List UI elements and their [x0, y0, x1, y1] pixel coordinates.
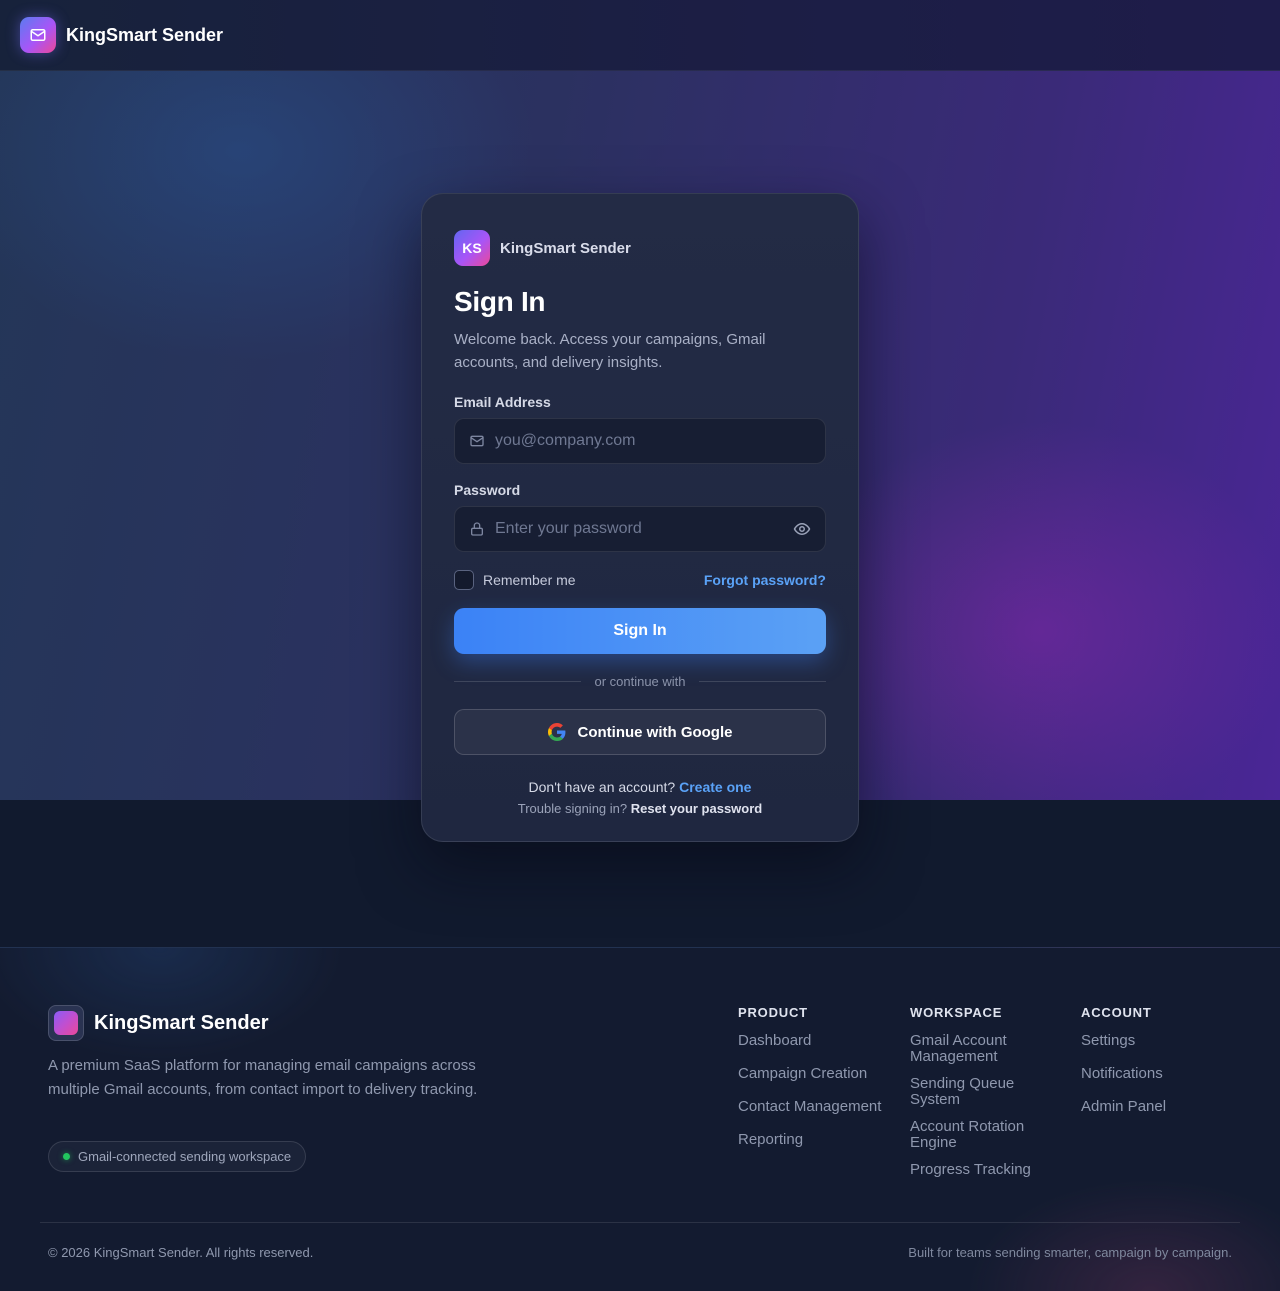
app-name[interactable]: KingSmart Sender: [66, 25, 223, 46]
create-account-link[interactable]: Create one: [679, 779, 751, 795]
footer-link-contact-management[interactable]: Contact Management: [738, 1099, 898, 1115]
google-icon: [547, 723, 566, 741]
signin-card: KS KingSmart Sender Sign In Welcome back…: [421, 193, 859, 842]
status-badge: Gmail-connected sending workspace: [48, 1141, 307, 1172]
footer-link-notifications[interactable]: Notifications: [1081, 1066, 1231, 1082]
footer-brand-name: KingSmart Sender: [94, 1011, 269, 1034]
remember-label[interactable]: Remember me: [483, 572, 576, 588]
google-signin-button[interactable]: Continue with Google: [454, 709, 826, 755]
lock-icon: [469, 521, 485, 537]
footer-link-gmail-accounts[interactable]: Gmail Account Management: [910, 1033, 1060, 1065]
card-brand: KS KingSmart Sender: [454, 230, 826, 266]
app-logo[interactable]: [20, 17, 56, 53]
divider-line: [454, 681, 582, 682]
footer: KingSmart Sender A premium SaaS platform…: [0, 947, 1280, 1291]
signup-text: Don't have an account?: [528, 779, 676, 795]
remember-me: Remember me: [454, 570, 576, 590]
status-dot-icon: [63, 1153, 70, 1160]
copyright: © 2026 KingSmart Sender. All rights rese…: [48, 1245, 314, 1260]
mail-icon: [469, 433, 485, 449]
card-subtitle: Welcome back. Access your campaigns, Gma…: [454, 331, 766, 371]
footer-link-reporting[interactable]: Reporting: [738, 1132, 898, 1148]
page-title: Sign In: [454, 286, 546, 317]
footer-divider: [40, 1222, 1240, 1223]
status-text: Gmail-connected sending workspace: [78, 1149, 292, 1164]
footer-logo: [48, 1005, 84, 1041]
signup-prompt: Don't have an account? Create one: [454, 779, 826, 795]
eye-icon[interactable]: [793, 520, 811, 538]
footer-description: A premium SaaS platform for managing ema…: [48, 1057, 478, 1098]
trouble-prompt: Trouble signing in? Reset your password: [454, 801, 826, 816]
footer-column-title: PRODUCT: [738, 1005, 808, 1020]
google-button-label: Continue with Google: [577, 723, 733, 741]
footer-link-dashboard[interactable]: Dashboard: [738, 1033, 898, 1049]
footer-link-settings[interactable]: Settings: [1081, 1033, 1231, 1049]
footer-link-admin-panel[interactable]: Admin Panel: [1081, 1099, 1231, 1115]
email-field-wrapper: [454, 418, 826, 464]
password-field[interactable]: [495, 520, 793, 538]
divider-line: [698, 681, 826, 682]
footer-column-account: ACCOUNT Settings Notifications Admin Pan…: [1081, 1005, 1231, 1132]
footer-tagline: Built for teams sending smarter, campaig…: [908, 1245, 1232, 1260]
trouble-text: Trouble signing in?: [517, 801, 628, 816]
footer-link-rotation-engine[interactable]: Account Rotation Engine: [910, 1119, 1060, 1151]
remember-checkbox[interactable]: [454, 570, 474, 590]
remember-row: Remember me Forgot password?: [454, 570, 826, 590]
divider: or continue with: [454, 674, 826, 689]
card-brand-name: KingSmart Sender: [500, 239, 631, 257]
footer-brand: KingSmart Sender: [48, 1005, 268, 1041]
footer-column-title: WORKSPACE: [910, 1005, 1003, 1020]
reset-password-link[interactable]: Reset your password: [631, 801, 763, 816]
brand-badge: KS: [454, 230, 490, 266]
mail-icon: [29, 26, 47, 44]
password-label: Password: [454, 482, 521, 498]
forgot-password-link[interactable]: Forgot password?: [704, 572, 826, 588]
footer-link-sending-queue[interactable]: Sending Queue System: [910, 1076, 1060, 1108]
password-field-wrapper: [454, 506, 826, 552]
footer-column-title: ACCOUNT: [1081, 1005, 1152, 1020]
footer-column-workspace: WORKSPACE Gmail Account Management Sendi…: [910, 1005, 1060, 1189]
footer-link-progress-tracking[interactable]: Progress Tracking: [910, 1162, 1060, 1178]
divider-text: or continue with: [594, 674, 686, 689]
footer-link-campaign-creation[interactable]: Campaign Creation: [738, 1066, 898, 1082]
email-field[interactable]: [495, 432, 811, 450]
email-label: Email Address: [454, 394, 551, 410]
top-navbar: KingSmart Sender: [0, 0, 1280, 71]
footer-column-product: PRODUCT Dashboard Campaign Creation Cont…: [738, 1005, 898, 1165]
signin-button[interactable]: Sign In: [454, 608, 826, 654]
